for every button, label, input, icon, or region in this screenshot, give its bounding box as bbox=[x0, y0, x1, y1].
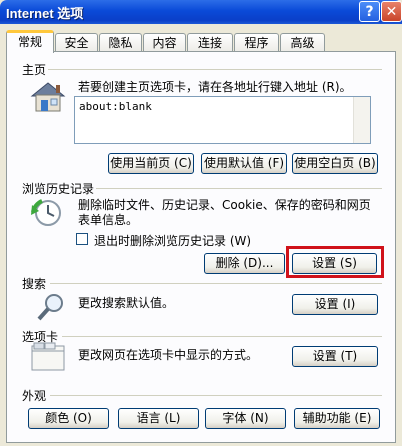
tab-privacy[interactable]: 隐私 bbox=[99, 33, 142, 52]
use-current-button[interactable]: 使用当前页 (C) bbox=[108, 153, 194, 174]
tab-connections[interactable]: 连接 bbox=[187, 33, 233, 52]
divider bbox=[50, 283, 382, 284]
appearance-section-title: 外观 bbox=[22, 389, 47, 403]
homepage-address-value: about:blank bbox=[79, 100, 152, 113]
accessibility-button[interactable]: 辅助功能 (E) bbox=[294, 408, 380, 429]
tab-programs[interactable]: 程序 bbox=[234, 33, 279, 52]
textarea-scrollbar[interactable] bbox=[353, 97, 370, 143]
history-description-line1: 删除临时文件、历史记录、Cookie、保存的密码和网页 bbox=[78, 198, 371, 212]
magnifier-icon bbox=[37, 294, 63, 321]
divider bbox=[62, 336, 382, 337]
house-icon bbox=[30, 82, 66, 112]
use-blank-button[interactable]: 使用空白页 (B) bbox=[292, 153, 378, 174]
clock-arrow-icon bbox=[31, 199, 61, 226]
delete-on-exit-label: 退出时删除浏览历史记录 (W) bbox=[94, 234, 252, 248]
search-section-title: 搜索 bbox=[22, 277, 47, 291]
tab-general[interactable]: 常规 bbox=[6, 30, 54, 53]
tab-advanced[interactable]: 高级 bbox=[280, 33, 325, 52]
homepage-description: 若要创建主页选项卡，请在各地址行键入地址 (R)。 bbox=[78, 80, 352, 94]
title-bar: Internet 选项 ? ✕ bbox=[0, 0, 402, 24]
homepage-address-input[interactable]: about:blank bbox=[74, 96, 371, 144]
languages-button[interactable]: 语言 (L) bbox=[118, 408, 199, 429]
tabs-settings-button[interactable]: 设置 (T) bbox=[292, 346, 378, 367]
divider bbox=[96, 188, 382, 189]
tabbed-window-icon bbox=[31, 342, 65, 371]
close-button[interactable]: ✕ bbox=[381, 1, 402, 22]
fonts-button[interactable]: 字体 (N) bbox=[205, 408, 286, 429]
delete-history-button[interactable]: 删除 (D)... bbox=[204, 253, 285, 274]
history-section-title: 浏览历史记录 bbox=[22, 182, 95, 196]
use-default-button[interactable]: 使用默认值 (F) bbox=[201, 153, 287, 174]
delete-on-exit-checkbox[interactable] bbox=[76, 233, 88, 245]
tab-content[interactable]: 内容 bbox=[143, 33, 186, 52]
divider bbox=[48, 69, 382, 70]
search-settings-button[interactable]: 设置 (I) bbox=[292, 294, 378, 315]
help-button[interactable]: ? bbox=[359, 1, 380, 22]
tab-security[interactable]: 安全 bbox=[55, 33, 98, 52]
colors-button[interactable]: 颜色 (O) bbox=[28, 408, 109, 429]
divider bbox=[50, 395, 382, 396]
window-title: Internet 选项 bbox=[6, 6, 84, 21]
homepage-section-title: 主页 bbox=[22, 63, 47, 77]
highlight-box bbox=[286, 246, 384, 278]
tabs-description: 更改网页在选项卡中显示的方式。 bbox=[78, 348, 259, 362]
history-description-line2: 表单信息。 bbox=[78, 213, 139, 227]
search-description: 更改搜索默认值。 bbox=[78, 296, 175, 310]
